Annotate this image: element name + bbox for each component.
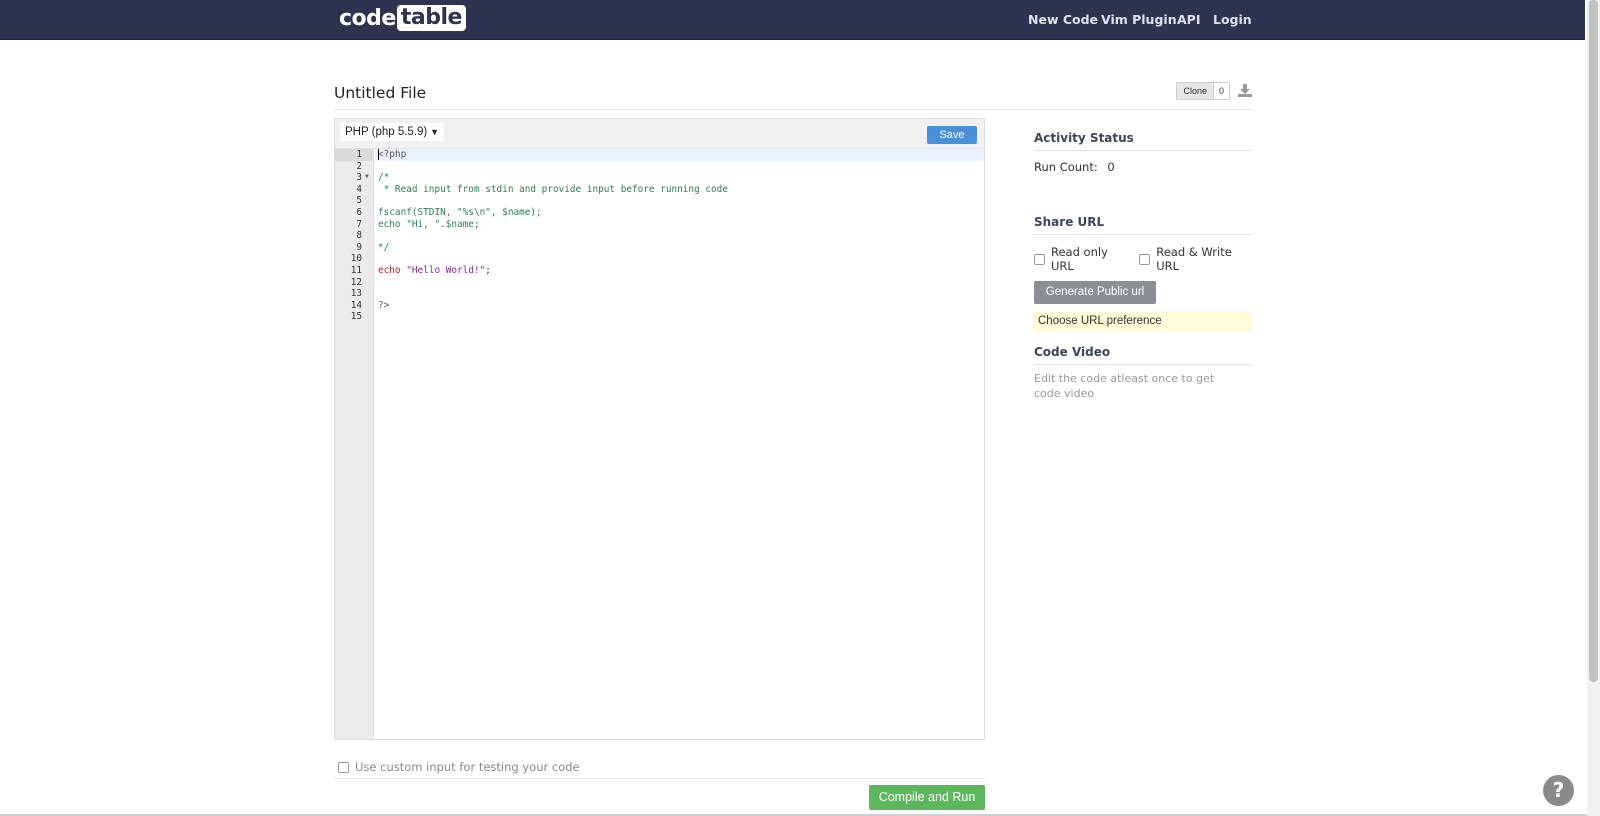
url-preference-notice: Choose URL preference (1034, 311, 1252, 331)
nav-vim-plugin[interactable]: Vim Plugin (1101, 0, 1177, 38)
custom-input-option[interactable]: Use custom input for testing your code (338, 760, 580, 774)
read-only-checkbox[interactable] (1034, 253, 1045, 265)
line-number-gutter: 1 2 3 ▼ 4 5 6 7 8 9 10 11 12 13 14 15 (335, 149, 374, 739)
help-icon[interactable]: ? (1543, 775, 1574, 806)
fold-arrow-icon[interactable]: ▼ (364, 172, 370, 184)
line-number: 8 (356, 230, 362, 242)
read-only-label[interactable]: Read only URL (1051, 245, 1129, 273)
code-text-area[interactable]: <?php /* * Read input from stdin and pro… (375, 149, 984, 739)
activity-status-heading: Activity Status (1034, 131, 1252, 151)
page-scrollbar[interactable] (1587, 0, 1600, 816)
code-string: "Hello World!" (406, 265, 486, 276)
code-video-section: Code Video Edit the code atleast once to… (1034, 345, 1252, 401)
line-number: 3 (356, 172, 362, 184)
line-number: 4 (356, 183, 362, 195)
nav-new-code[interactable]: New Code (1028, 0, 1098, 38)
run-count-label: Run Count: (1034, 160, 1098, 174)
code-line: ?> (378, 299, 390, 311)
code-line: echo "Hello World!"; (378, 265, 491, 277)
code-line: fscanf(STDIN, "%s\n", $name); (378, 207, 542, 218)
read-write-checkbox[interactable] (1139, 253, 1151, 265)
language-select[interactable]: PHP (php 5.5.9) ▼ (340, 123, 444, 141)
active-line-highlight (375, 149, 984, 161)
code-line: */ (378, 241, 390, 253)
line-number: 6 (356, 207, 362, 218)
line-number: 2 (356, 160, 362, 172)
active-line-gutter (335, 149, 373, 161)
run-count-value: 0 (1107, 160, 1115, 174)
code-punctuation: ; (485, 265, 491, 276)
code-line: /* (378, 172, 390, 184)
logo-table-text: table (396, 5, 466, 31)
file-header: Untitled File Clone 0 (334, 82, 1252, 110)
share-url-section: Share URL Read only URL Read & Write URL… (1034, 215, 1252, 331)
scrollbar-thumb[interactable] (1589, 0, 1598, 682)
generate-public-url-button[interactable]: Generate Public url (1034, 281, 1156, 304)
clone-count: 0 (1213, 83, 1229, 99)
share-url-heading: Share URL (1034, 215, 1252, 235)
run-count: Run Count: 0 (1034, 160, 1252, 174)
language-value: PHP (php 5.5.9) (345, 126, 428, 138)
code-keyword: echo (378, 265, 407, 276)
code-editor: PHP (php 5.5.9) ▼ Save 1 2 3 ▼ 4 5 6 7 8… (334, 118, 985, 740)
top-navbar: code table New Code Vim Plugin API Login (0, 0, 1585, 40)
custom-input-label: Use custom input for testing your code (355, 760, 580, 774)
code-line: echo "Hi, ".$name; (378, 218, 480, 230)
chevron-down-icon: ▼ (430, 127, 439, 137)
file-title[interactable]: Untitled File (334, 84, 426, 102)
custom-input-checkbox[interactable] (338, 761, 349, 773)
url-options: Read only URL Read & Write URL (1034, 245, 1252, 273)
read-write-label[interactable]: Read & Write URL (1156, 245, 1252, 273)
save-button[interactable]: Save (927, 126, 977, 144)
line-number: 12 (350, 276, 362, 288)
line-number: 7 (356, 218, 362, 230)
line-number: 1 (356, 149, 362, 160)
code-video-heading: Code Video (1034, 345, 1252, 365)
logo-code-text: code (339, 5, 396, 31)
line-number: 13 (350, 288, 362, 300)
code-line: <?php (378, 149, 407, 160)
nav-login[interactable]: Login (1213, 0, 1252, 38)
line-number: 9 (356, 241, 362, 253)
footer-divider (334, 778, 985, 779)
code-line: * Read input from stdin and provide inpu… (378, 183, 728, 195)
line-number: 15 (350, 311, 362, 323)
codetable-logo[interactable]: code table (339, 5, 466, 31)
download-icon[interactable] (1238, 83, 1252, 97)
code-video-text: Edit the code atleast once to get code v… (1034, 372, 1215, 400)
line-number: 5 (356, 195, 362, 207)
line-number: 11 (350, 265, 362, 276)
editor-toolbar: PHP (php 5.5.9) ▼ Save (335, 119, 984, 149)
line-number: 14 (350, 299, 362, 311)
compile-and-run-button[interactable]: Compile and Run (869, 785, 985, 810)
clone-group: Clone 0 (1176, 82, 1230, 100)
line-number: 10 (350, 253, 362, 265)
nav-api[interactable]: API (1177, 0, 1201, 38)
text-cursor (378, 149, 379, 160)
clone-button[interactable]: Clone (1177, 83, 1214, 99)
activity-status-section: Activity Status Run Count: 0 (1034, 131, 1252, 174)
